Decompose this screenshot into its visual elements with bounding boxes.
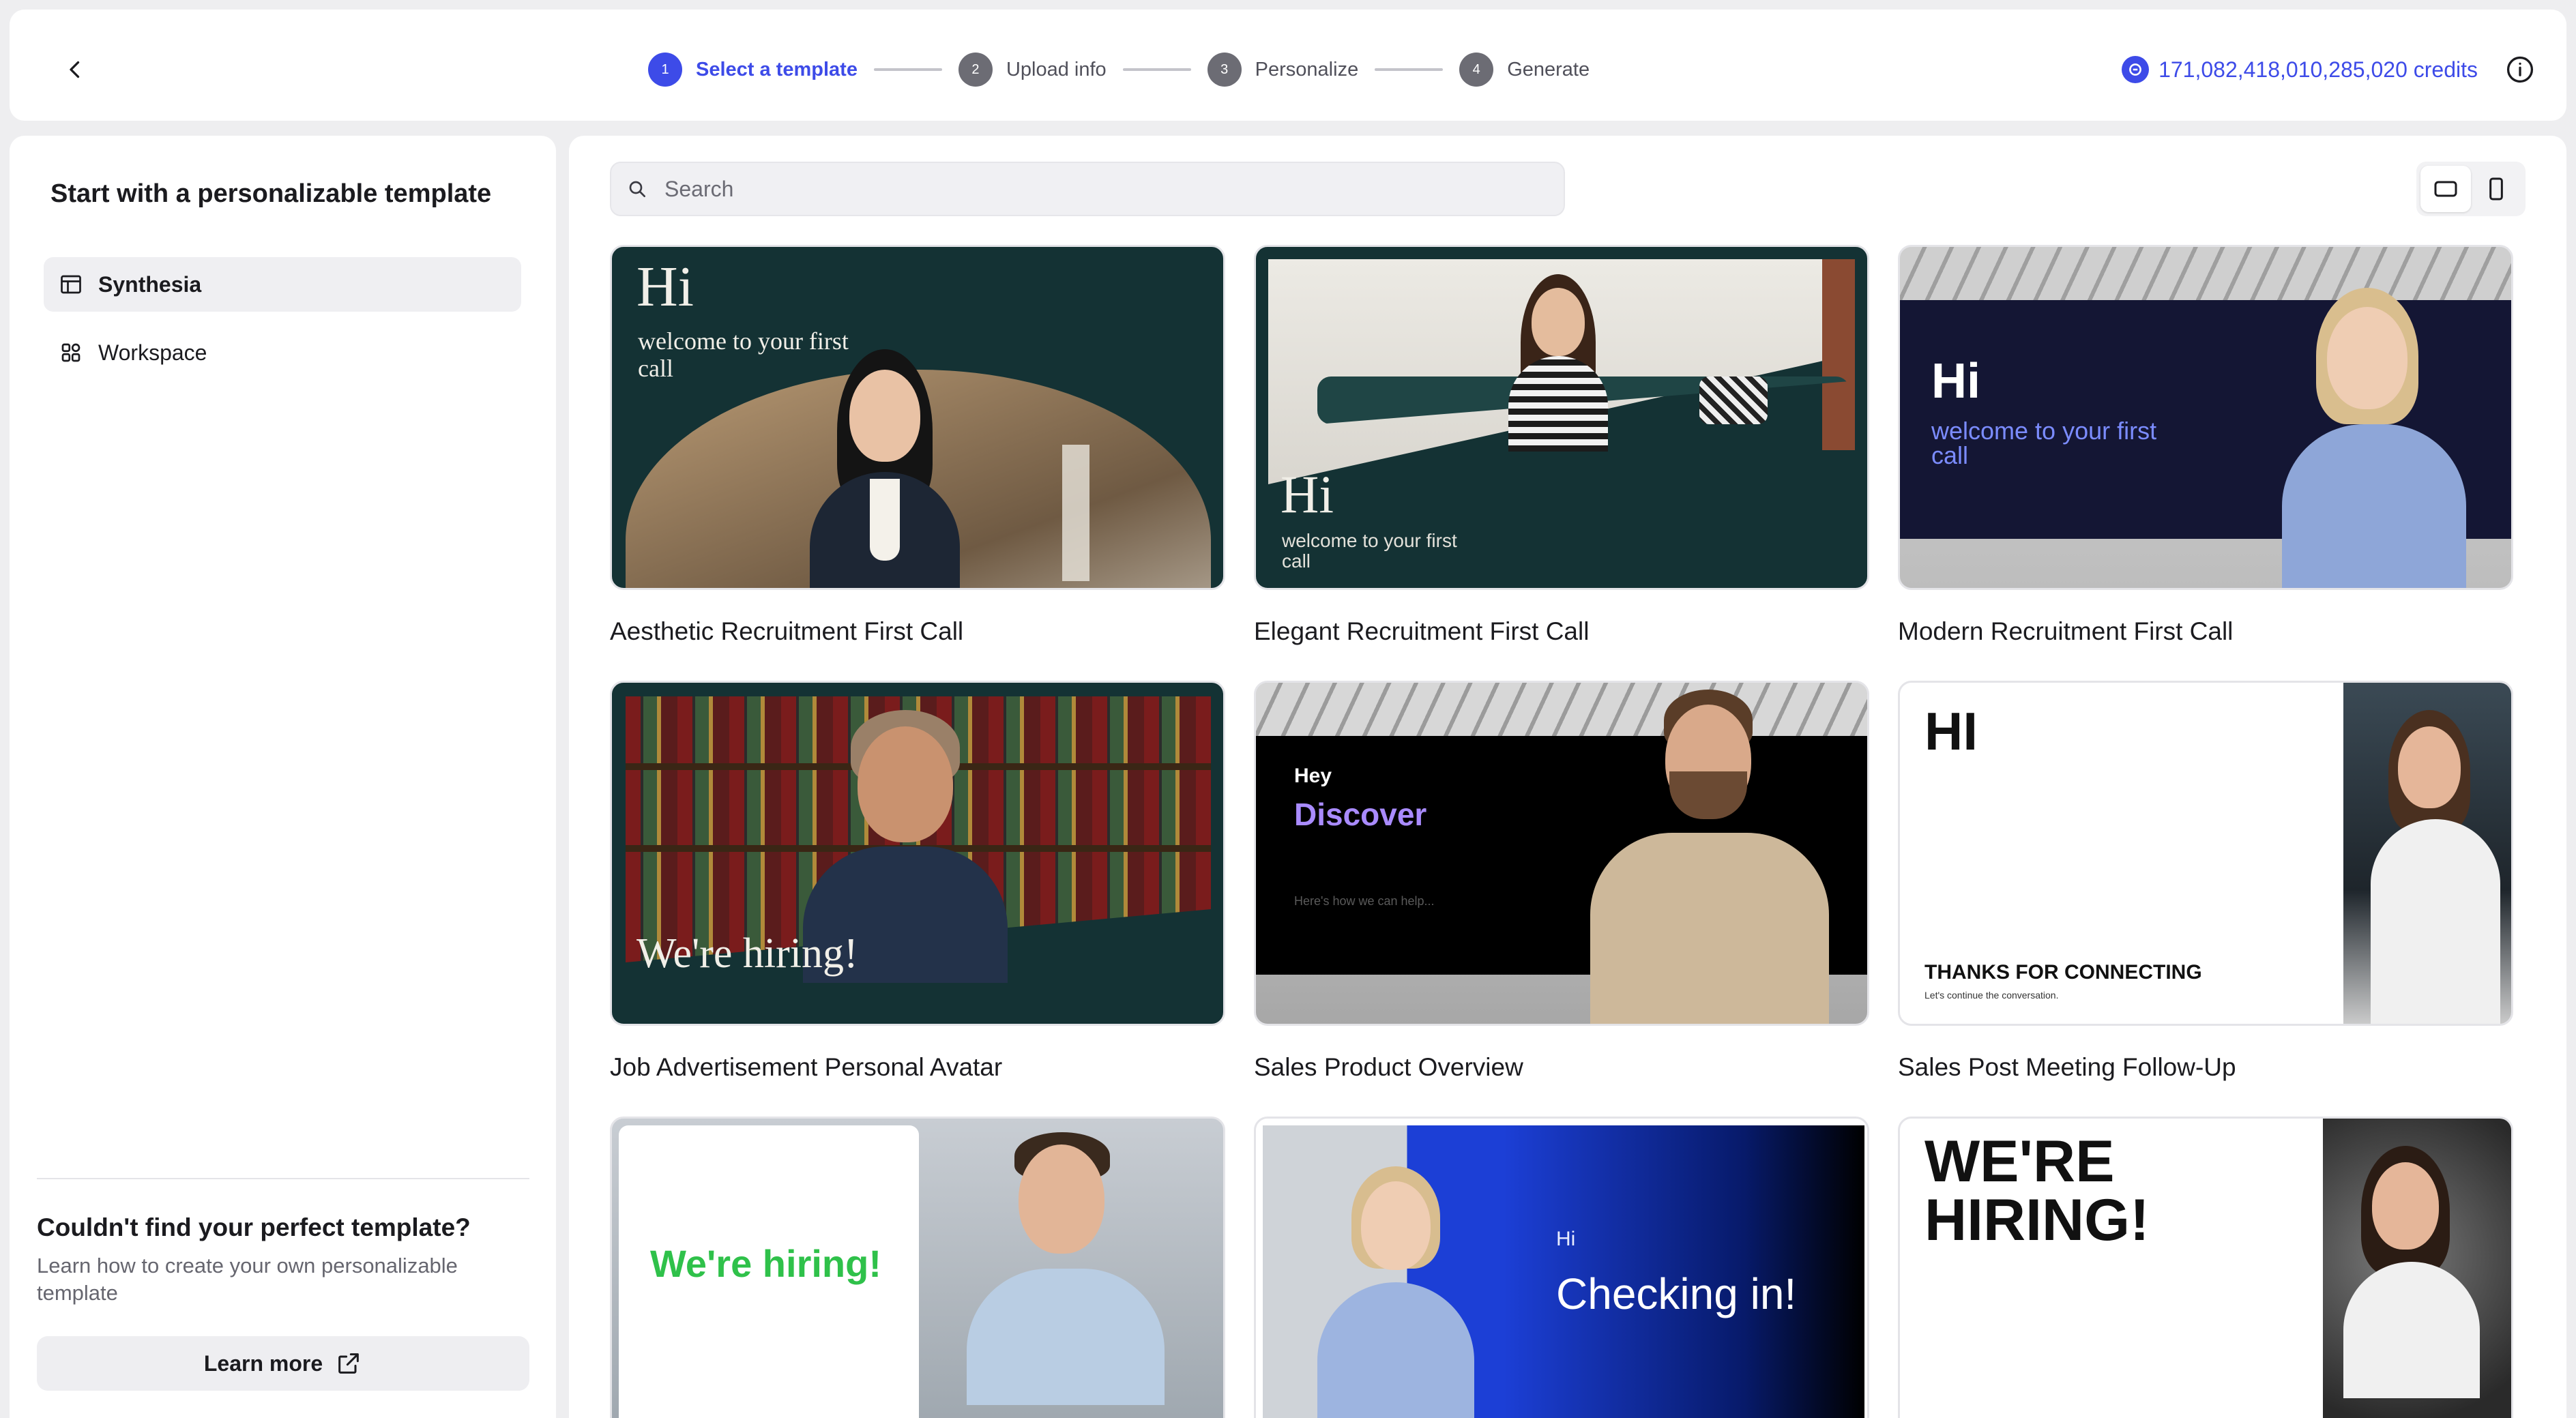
thumb-headline: THANKS FOR CONNECTING <box>1924 961 2202 984</box>
thumb-subtitle: welcome to your first call <box>1931 417 2157 469</box>
step-label: Select a template <box>696 58 858 80</box>
thumb-headline: WE'RE HIRING! <box>1924 1129 2150 1253</box>
info-button[interactable] <box>2498 48 2542 91</box>
landscape-icon <box>2434 181 2457 197</box>
template-thumbnail: WE'RE HIRING! <box>1898 1117 2513 1418</box>
template-thumbnail: We're hiring! <box>610 681 1225 1026</box>
step-label: Upload info <box>1006 58 1107 80</box>
template-title: Elegant Recruitment First Call <box>1254 617 1590 645</box>
grid-icon <box>61 343 80 362</box>
sidebar-item-synthesia[interactable]: Synthesia <box>44 257 521 312</box>
step-number: 4 <box>1459 53 1494 87</box>
info-icon <box>2506 56 2534 83</box>
thumb-hi: Hi <box>1931 354 1980 409</box>
brick-wall <box>1822 259 1855 450</box>
step-label: Generate <box>1507 58 1590 80</box>
template-thumbnail: Hey Discover Here's how we can help... <box>1254 681 1869 1026</box>
help-title: Couldn't find your perfect template? <box>37 1213 471 1241</box>
thumb-subtitle: welcome to your first call <box>638 327 849 382</box>
sidebar-divider <box>37 1178 529 1179</box>
template-card-aesthetic-recruitment[interactable]: Hi welcome to your first call Aesthetic … <box>610 245 1225 646</box>
thumb-small-text: Let's continue the conversation. <box>1924 990 2059 1001</box>
credits-display[interactable]: 171,082,418,010,285,020 credits <box>2122 45 2478 94</box>
step-number: 3 <box>1207 53 1242 87</box>
thumb-headline: Checking in! <box>1556 1269 1797 1318</box>
template-thumbnail: Hi welcome to your first call <box>610 245 1225 590</box>
credits-coin-icon <box>2122 56 2150 83</box>
step-generate[interactable]: 4 Generate <box>1459 53 1590 87</box>
step-number: 1 <box>648 53 682 87</box>
thumb-headline: We're hiring! <box>636 930 858 977</box>
thumb-headline: Discover <box>1294 797 1427 832</box>
template-title: Job Advertisement Personal Avatar <box>610 1053 1003 1081</box>
skylight-background <box>1900 247 2511 301</box>
credits-text: 171,082,418,010,285,020 credits <box>2158 57 2478 82</box>
template-card-elegant-recruitment[interactable]: Hi welcome to your first call Elegant Re… <box>1254 245 1869 646</box>
orientation-toggle <box>2416 162 2526 216</box>
template-thumbnail: Hi welcome to your first call <box>1254 245 1869 590</box>
portrait-icon <box>2489 177 2503 201</box>
external-link-icon <box>338 1353 359 1374</box>
step-connector <box>873 68 942 71</box>
template-gallery: Hi welcome to your first call Aesthetic … <box>569 136 2566 1418</box>
template-title: Sales Post Meeting Follow-Up <box>1898 1053 2236 1081</box>
sidebar-title: Start with a personalizable template <box>50 179 492 208</box>
layout-icon <box>61 275 81 294</box>
step-personalize[interactable]: 3 Personalize <box>1207 53 1359 87</box>
stepper: 1 Select a template 2 Upload info 3 Pers… <box>648 45 1590 94</box>
step-upload-info[interactable]: 2 Upload info <box>958 53 1107 87</box>
skylight-background <box>1256 683 1867 737</box>
thumb-hi: HI <box>1924 701 1978 761</box>
template-thumbnail: Hi welcome to your first call <box>1898 245 2513 590</box>
template-card-sales-product-overview[interactable]: Hey Discover Here's how we can help... S… <box>1254 681 1869 1082</box>
step-label: Personalize <box>1255 58 1359 80</box>
template-thumbnail: HI THANKS FOR CONNECTING Let's continue … <box>1898 681 2513 1026</box>
sidebar-item-workspace[interactable]: Workspace <box>44 325 521 380</box>
thumb-small-text: Here's how we can help... <box>1294 894 1435 908</box>
top-bar: 1 Select a template 2 Upload info 3 Pers… <box>10 10 2566 121</box>
learn-more-button[interactable]: Learn more <box>37 1336 529 1391</box>
step-number: 2 <box>958 53 993 87</box>
sidebar: Start with a personalizable template Syn… <box>10 136 556 1418</box>
template-title: Aesthetic Recruitment First Call <box>610 617 964 645</box>
thumb-subtitle: welcome to your first call <box>1282 530 1457 572</box>
window-panel <box>1062 445 1089 581</box>
search-icon <box>629 181 645 197</box>
template-card-checking-in[interactable]: Hi Checking in! <box>1254 1117 1869 1418</box>
sidebar-item-label: Workspace <box>98 340 207 365</box>
thumb-hey: Hey <box>1294 765 1332 787</box>
help-text: Learn how to create your own personaliza… <box>37 1254 458 1305</box>
step-connector <box>1122 68 1191 71</box>
search-input[interactable] <box>663 175 1550 203</box>
back-button[interactable] <box>50 45 100 94</box>
thumb-hi: Hi <box>1280 464 1334 524</box>
step-select-template[interactable]: 1 Select a template <box>648 53 858 87</box>
template-card-modern-recruitment[interactable]: Hi welcome to your first call Modern Rec… <box>1898 245 2513 646</box>
template-card-sales-post-meeting[interactable]: HI THANKS FOR CONNECTING Let's continue … <box>1898 681 2513 1082</box>
portrait-view-button[interactable] <box>2471 166 2521 212</box>
learn-more-label: Learn more <box>203 1350 323 1376</box>
chevron-left-icon <box>70 61 80 78</box>
step-connector <box>1375 68 1444 71</box>
search-bar[interactable] <box>610 162 1565 216</box>
landscape-view-button[interactable] <box>2420 166 2471 212</box>
template-title: Sales Product Overview <box>1254 1053 1523 1081</box>
thumb-headline: We're hiring! <box>650 1242 881 1285</box>
template-title: Modern Recruitment First Call <box>1898 617 2234 645</box>
template-card-were-hiring-bold[interactable]: WE'RE HIRING! <box>1898 1117 2513 1418</box>
template-thumbnail: Hi Checking in! <box>1254 1117 1869 1418</box>
cushion <box>1699 376 1768 424</box>
thumb-hi: Hi <box>1556 1228 1576 1250</box>
template-card-were-hiring-green[interactable]: We're hiring! <box>610 1117 1225 1418</box>
thumb-hi: Hi <box>636 255 694 319</box>
template-thumbnail: We're hiring! <box>610 1117 1225 1418</box>
template-card-job-advertisement[interactable]: We're hiring! Job Advertisement Personal… <box>610 681 1225 1082</box>
sidebar-item-label: Synthesia <box>98 271 202 297</box>
